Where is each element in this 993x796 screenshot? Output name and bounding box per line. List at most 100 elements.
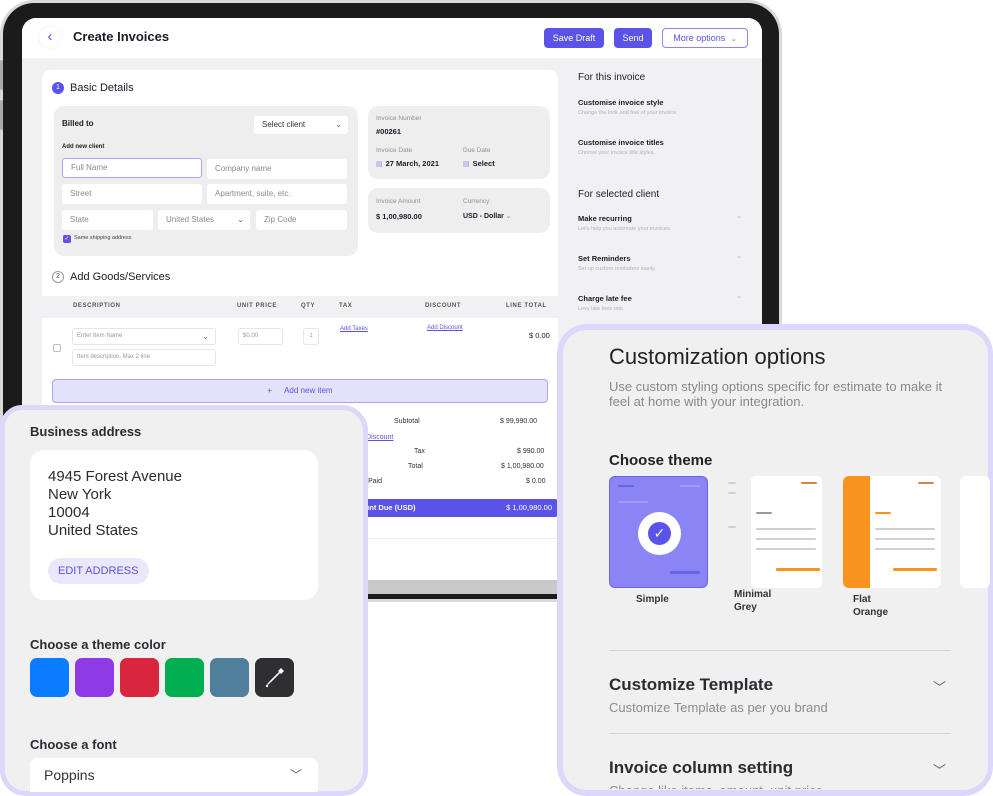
theme-thumbnail: ✓ [609, 476, 708, 588]
back-button[interactable]: ‹ [39, 26, 61, 48]
sidebar-item-subtitle: Levy late fees rate. [578, 306, 625, 312]
add-discount-link[interactable]: Add Discount [427, 325, 463, 331]
send-button[interactable]: Send [614, 28, 652, 48]
items-table-header: DESCRIPTION UNIT PRICE QTY TAX DISCOUNT … [42, 296, 558, 318]
section-title: Basic Details [70, 82, 134, 94]
invoice-info-box: Invoice Number #00261 Invoice Date ▤ 27 M… [368, 106, 550, 179]
column-header: LINE TOTAL [506, 303, 547, 309]
total-value: $ 1,00,980.00 [501, 463, 544, 470]
select-client-label: Select client [262, 120, 306, 129]
theme-label: Minimal Grey [734, 589, 772, 613]
full-name-input[interactable]: Full Name [62, 158, 202, 178]
add-new-item-button[interactable]: + Add new item [52, 379, 548, 403]
invoice-date-picker[interactable]: ▤ 27 March, 2021 [376, 159, 439, 168]
address-text: 4945 Forest Avenue New York 10004 United… [48, 468, 182, 540]
item-name-placeholder: Enter Item Name [77, 333, 123, 339]
save-draft-button[interactable]: Save Draft [544, 28, 604, 48]
column-header: QTY [301, 303, 316, 309]
billed-to-label: Billed to [62, 119, 94, 128]
sidebar-item-subtitle: Choose your invoice title styles. [578, 150, 656, 156]
street-input[interactable]: Street [62, 184, 202, 204]
chevron-down-icon: ⌄ [730, 36, 737, 43]
tax-value: $ 990.00 [517, 448, 545, 455]
item-description-input[interactable]: Item description. Max 2 line [72, 349, 216, 366]
sidebar-item-title: Set Reminders [578, 254, 631, 263]
same-shipping-checkbox[interactable]: ✓ [63, 235, 71, 243]
font-value: Poppins [44, 767, 95, 783]
business-settings-panel: Business address 4945 Forest Avenue New … [0, 405, 368, 796]
sidebar-item-title: Customise invoice titles [578, 138, 664, 147]
zip-code-input[interactable]: Zip Code [256, 210, 347, 230]
color-swatch-slate[interactable] [210, 658, 249, 697]
address-line: 4945 Forest Avenue [48, 468, 182, 485]
apartment-input[interactable]: Apartment, suite, etc. [207, 184, 347, 204]
item-name-dropdown[interactable]: Enter Item Name ⌄ [72, 328, 216, 345]
subtotal-label: Subtotal [394, 418, 420, 425]
chevron-down-icon: ⌄ [736, 293, 742, 300]
chevron-down-icon: ⌄ [505, 213, 512, 220]
unit-price-input[interactable]: $0.00 [238, 328, 283, 345]
sidebar-heading: For selected client [578, 189, 660, 200]
eyedropper-icon [265, 668, 284, 688]
chevron-down-icon: ﹀ [289, 768, 302, 782]
chevron-down-icon: ⌄ [335, 120, 342, 129]
sidebar-item-title: Charge late fee [578, 294, 632, 303]
billed-to-box: Billed to Select client ⌄ Add new client… [54, 106, 358, 256]
check-circle-icon: ✓ [648, 522, 671, 545]
invoice-date: 27 March, 2021 [385, 159, 439, 168]
same-shipping-label: Same shipping address [74, 235, 132, 241]
country-label: United States [166, 215, 215, 224]
check-icon: ✓ [64, 236, 70, 242]
column-header: DESCRIPTION [73, 303, 121, 309]
select-client-dropdown[interactable]: Select client ⌄ [254, 116, 348, 134]
color-swatch-green[interactable] [165, 658, 204, 697]
calendar-icon: ▤ [376, 161, 383, 168]
due-date-picker[interactable]: ▤ Select [463, 159, 495, 168]
color-swatch-red[interactable] [120, 658, 159, 697]
chevron-down-icon: ﹀ [933, 763, 947, 778]
business-address-title: Business address [30, 424, 142, 439]
address-line: 10004 [48, 504, 90, 521]
font-dropdown[interactable]: Poppins ﹀ [30, 758, 318, 792]
chevron-down-icon: ⌄ [237, 215, 244, 224]
qty-input[interactable]: 1 [303, 328, 319, 345]
divider [342, 538, 558, 539]
column-header: UNIT PRICE [237, 303, 278, 309]
chevron-down-icon: ⌄ [736, 213, 742, 220]
divider [609, 650, 951, 651]
invoice-amount: $ 1,00,980.00 [376, 212, 422, 221]
page-title: Create Invoices [73, 29, 170, 44]
add-new-client-label: Add new client [62, 144, 105, 150]
color-swatch-purple[interactable] [75, 658, 114, 697]
row-checkbox[interactable] [53, 344, 61, 352]
color-picker-button[interactable] [255, 658, 294, 697]
company-name-input[interactable]: Company name [207, 159, 347, 179]
color-swatch-blue[interactable] [30, 658, 69, 697]
sidebar-item-title: Customise invoice style [578, 98, 664, 107]
customization-subtitle: Use custom styling options specific for … [609, 379, 943, 409]
more-options-button[interactable]: More options ⌄ [662, 28, 748, 48]
country-dropdown[interactable]: United States ⌄ [158, 210, 250, 230]
step-number: 2 [52, 271, 64, 283]
sidebar-item-subtitle: Set up custom reminders easily. [578, 266, 656, 272]
add-taxes-link[interactable]: Add Taxes [340, 326, 368, 332]
amount-due-value: $ 1,00,980.00 [506, 503, 552, 512]
edit-address-button[interactable]: EDIT ADDRESS [48, 558, 149, 584]
invoice-number: #00261 [376, 127, 402, 136]
currency-value: USD - Dollar [463, 213, 504, 220]
step-goods-services: 2 Add Goods/Services [52, 271, 170, 283]
divider [609, 733, 951, 734]
currency-dropdown[interactable]: USD - Dollar ⌄ [463, 212, 512, 220]
accordion-title: Customize Template [609, 675, 774, 694]
due-date-label: Due Date [463, 147, 491, 154]
state-input[interactable]: State [62, 210, 153, 230]
accordion-subtitle: Change like items, amount, unit price [609, 783, 823, 789]
selected-badge: ✓ [638, 512, 681, 555]
accordion-subtitle: Customize Template as per you brand [609, 700, 828, 715]
address-card: 4945 Forest Avenue New York 10004 United… [30, 450, 318, 600]
step-basic-details: 1 Basic Details [52, 82, 134, 94]
plus-icon: + [267, 386, 273, 395]
theme-label: Simple [636, 594, 669, 605]
theme-thumbnail [843, 476, 941, 588]
more-options-label: More options [673, 33, 726, 43]
